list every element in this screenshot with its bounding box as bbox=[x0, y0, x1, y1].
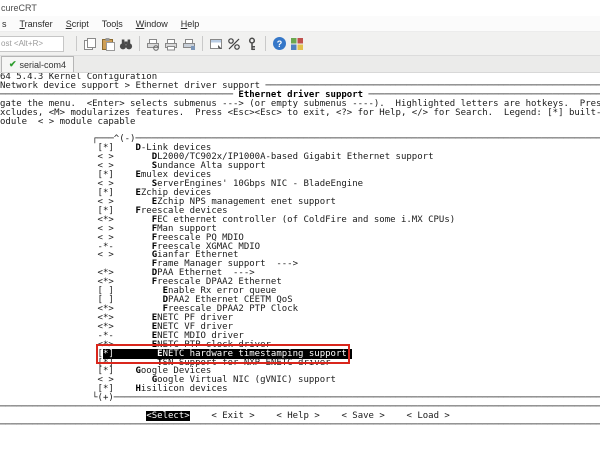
terminal-screen: 64 5.4.3 Kernel ConfigurationNetwork dev… bbox=[0, 73, 600, 430]
toolbar-separator bbox=[265, 36, 266, 51]
session-tab-label: serial-com4 bbox=[20, 60, 67, 70]
svg-text:?: ? bbox=[276, 39, 282, 49]
print-setup-icon[interactable] bbox=[180, 35, 198, 52]
toolbar-separator bbox=[76, 36, 77, 51]
dialog-bottom-border: ────────────────────────────────────────… bbox=[0, 421, 600, 430]
quick-connect-host-input[interactable]: ost <Alt+R> bbox=[0, 36, 64, 52]
color-scheme-icon[interactable] bbox=[288, 35, 306, 52]
window-title-bar: cureCRT bbox=[0, 0, 600, 16]
session-tab-bar: ✔ serial-com4 bbox=[0, 56, 600, 73]
menu-item-window[interactable]: Window bbox=[136, 19, 168, 29]
toolbar-separator bbox=[202, 36, 203, 51]
menu-bar: s Transfer Script Tools Window Help bbox=[0, 16, 600, 32]
copy-icon[interactable] bbox=[81, 35, 99, 52]
print-preview-icon[interactable] bbox=[144, 35, 162, 52]
window-title: cureCRT bbox=[1, 3, 37, 13]
host-hint-text: ost <Alt+R> bbox=[1, 39, 43, 48]
keymap-icon[interactable] bbox=[225, 35, 243, 52]
properties-icon[interactable] bbox=[207, 35, 225, 52]
key-icon[interactable] bbox=[243, 35, 261, 52]
menu-item-transfer[interactable]: Transfer bbox=[20, 19, 53, 29]
menu-item-script[interactable]: Script bbox=[66, 19, 89, 29]
toolbar: ost <Alt+R> ? bbox=[0, 32, 600, 56]
menu-item-help[interactable]: Help bbox=[181, 19, 200, 29]
paste-icon[interactable] bbox=[99, 35, 117, 52]
menu-item-s[interactable]: s bbox=[2, 19, 7, 29]
print-icon[interactable] bbox=[162, 35, 180, 52]
toolbar-separator bbox=[139, 36, 140, 51]
help-line-3: odule < > module capable bbox=[0, 118, 600, 127]
connected-check-icon: ✔ bbox=[9, 59, 17, 70]
help-icon[interactable]: ? bbox=[270, 35, 288, 52]
find-icon[interactable] bbox=[117, 35, 135, 52]
menu-item-tools[interactable]: Tools bbox=[102, 19, 123, 29]
session-tab-serial-com4[interactable]: ✔ serial-com4 bbox=[1, 56, 74, 72]
